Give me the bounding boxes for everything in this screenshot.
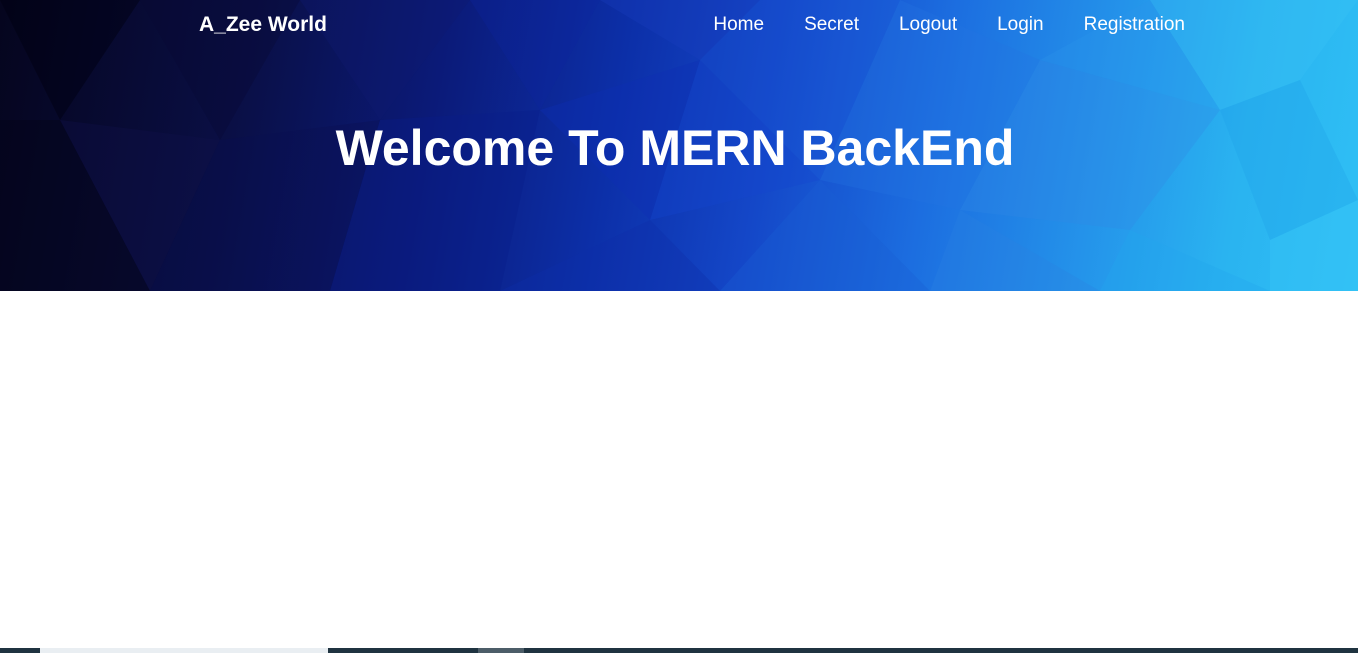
nav-item-secret: Secret [804, 14, 859, 36]
brand-logo-link[interactable]: A_Zee World [199, 13, 327, 37]
nav-item-login: Login [997, 14, 1044, 36]
top-navbar: A_Zee World Home Secret Logout Login Reg… [0, 0, 1358, 52]
nav-link-home[interactable]: Home [713, 14, 764, 35]
nav-link-registration[interactable]: Registration [1084, 14, 1185, 35]
strip-segment [478, 648, 524, 653]
nav-item-logout: Logout [899, 14, 957, 36]
nav-link-logout[interactable]: Logout [899, 14, 957, 35]
nav-link-login[interactable]: Login [997, 14, 1044, 35]
nav-item-home: Home [713, 14, 764, 36]
hero-title: Welcome To MERN BackEnd [335, 120, 1015, 176]
hero-banner: A_Zee World Home Secret Logout Login Reg… [0, 0, 1358, 291]
strip-segment [40, 648, 328, 653]
bottom-window-strip [0, 648, 1358, 653]
nav-links: Home Secret Logout Login Registration [713, 14, 1185, 36]
nav-item-registration: Registration [1084, 14, 1185, 36]
nav-link-secret[interactable]: Secret [804, 14, 859, 35]
